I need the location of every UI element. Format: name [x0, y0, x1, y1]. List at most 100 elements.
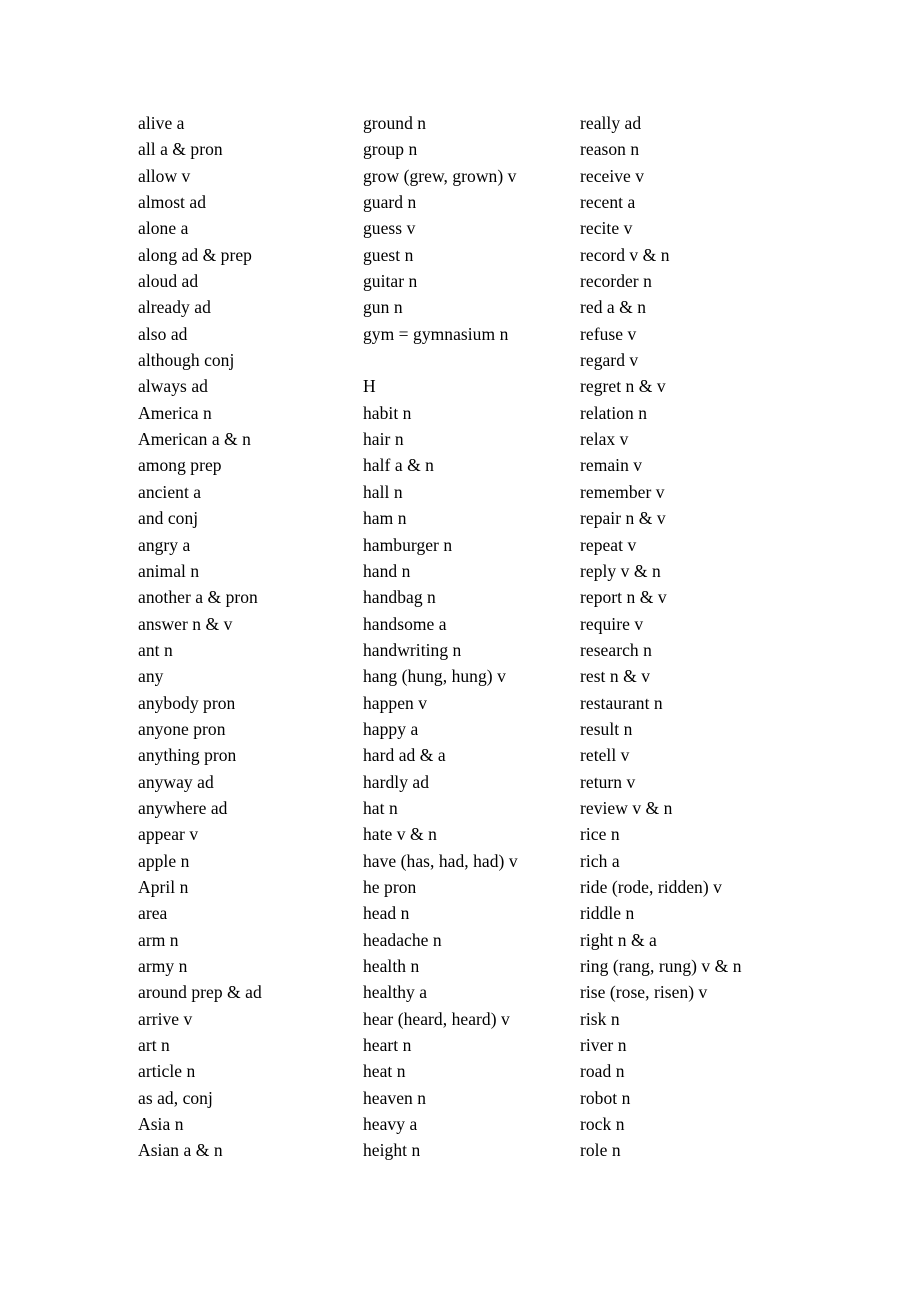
word-entry: hand n [363, 560, 411, 581]
word-entry: appear v [138, 824, 199, 845]
word-entry: area [138, 903, 168, 924]
word-entry: rise (rose, risen) v [580, 982, 708, 1003]
word-entry: ring (rang, rung) v & n [580, 956, 742, 976]
word-entry: and conj [138, 508, 199, 529]
word-entry: remain v [580, 455, 643, 476]
word-entry: gym = gymnasium n [363, 323, 509, 344]
word-entry: road n [580, 1061, 625, 1082]
word-column-2: ground n group n grow (grew, grown) v guard… [363, 110, 580, 1164]
word-entry: head n [363, 903, 410, 924]
word-entry: reply v & n [580, 560, 661, 581]
word-entry: hardly ad [363, 771, 430, 792]
word-entry: reason n [580, 139, 640, 160]
word-entry: healthy a [363, 982, 428, 1003]
word-entry: ancient a [138, 481, 202, 502]
word-entry: heart n [363, 1035, 412, 1056]
word-entry: art n [138, 1035, 170, 1056]
word-entry: require v [580, 613, 644, 634]
word-entry: return v [580, 771, 636, 792]
word-entry: half a & n [363, 455, 434, 476]
word-entry: result n [580, 718, 633, 739]
word-entry: heaven n [363, 1087, 427, 1108]
word-entry: always ad [138, 376, 208, 397]
word-entry: ground n [363, 113, 427, 133]
word-entry: angry a [138, 534, 191, 555]
word-entry: anywhere ad [138, 797, 228, 818]
word-entry: answer n & v [138, 613, 233, 634]
word-entry: regard v [580, 350, 639, 371]
word-entry: aloud ad [138, 271, 199, 292]
word-column-1: alive a all a & pron allow v almost ad alone… [138, 110, 363, 1164]
word-entry: hair n [363, 429, 404, 450]
word-entry: hang (hung, hung) v [363, 666, 506, 687]
word-entry: guest n [363, 244, 414, 265]
word-entry: handwriting n [363, 639, 462, 660]
word-entry: as ad, conj [138, 1087, 213, 1108]
word-entry: arm n [138, 929, 179, 950]
word-entry: guess v [363, 218, 416, 239]
word-entry: guitar n [363, 271, 418, 292]
word-entry: grow (grew, grown) v [363, 165, 517, 186]
word-entry: happy a [363, 718, 419, 739]
word-entry: ride (rode, ridden) v [580, 876, 722, 897]
word-entry: risk n [580, 1008, 620, 1029]
word-entry: relax v [580, 429, 629, 450]
word-entry: right n & a [580, 929, 657, 950]
word-entry: report n & v [580, 587, 667, 608]
word-entry: apple n [138, 850, 190, 871]
word-entry: already ad [138, 297, 211, 318]
word-entry: Asian a & n [138, 1140, 223, 1161]
word-entry: army n [138, 956, 188, 976]
word-entry: America n [138, 402, 212, 423]
word-entry: ant n [138, 639, 173, 660]
word-entry: article n [138, 1061, 196, 1082]
word-entry: among prep [138, 455, 222, 476]
word-entry: height n [363, 1140, 421, 1161]
word-entry: refuse v [580, 323, 637, 344]
word-entry: alone a [138, 218, 189, 239]
word-entry: receive v [580, 165, 645, 186]
word-entry: heavy a [363, 1114, 418, 1135]
word-entry: record v & n [580, 244, 670, 265]
word-entry: anyone pron [138, 718, 226, 739]
word-entry: although conj [138, 350, 235, 371]
word-entry: arrive v [138, 1008, 193, 1029]
word-entry: all a & pron [138, 139, 223, 160]
word-entry: rest n & v [580, 666, 651, 687]
word-entry: relation n [580, 402, 648, 423]
word-entry: any [138, 666, 164, 687]
word-entry: river n [580, 1035, 627, 1056]
word-entry: around prep & ad [138, 982, 262, 1003]
word-entry: handbag n [363, 587, 436, 608]
word-entry: recite v [580, 218, 633, 239]
word-entry: role n [580, 1140, 621, 1161]
word-entry: animal n [138, 560, 200, 581]
word-entry: also ad [138, 323, 188, 344]
word-entry: another a & pron [138, 587, 258, 608]
word-entry: habit n [363, 402, 412, 423]
word-entry: group n [363, 139, 418, 160]
word-entry: repair n & v [580, 508, 666, 529]
word-entry: research n [580, 639, 652, 660]
word-entry: handsome a [363, 613, 447, 634]
word-entry: hat n [363, 797, 398, 818]
word-entry: gun n [363, 297, 403, 318]
word-entry: anyway ad [138, 771, 214, 792]
word-entry: ham n [363, 508, 407, 529]
document-page: alive a all a & pron allow v almost ad alone… [0, 0, 920, 1302]
word-entry: guard n [363, 192, 417, 213]
word-entry: hate v & n [363, 824, 437, 845]
word-entry: headache n [363, 929, 442, 950]
word-entry: red a & n [580, 297, 647, 318]
word-entry: April n [138, 876, 189, 897]
word-entry: have (has, had, had) v [363, 850, 518, 871]
word-entry: anything pron [138, 745, 237, 766]
word-entry: review v & n [580, 797, 673, 818]
word-entry: regret n & v [580, 376, 666, 397]
word-column-3: really ad reason n receive v recent a recite… [580, 110, 858, 1164]
word-entry: heat n [363, 1061, 406, 1082]
word-entry: repeat v [580, 534, 637, 555]
word-entry: health n [363, 956, 420, 976]
word-entry: almost ad [138, 192, 207, 213]
word-entry: Asia n [138, 1114, 184, 1135]
